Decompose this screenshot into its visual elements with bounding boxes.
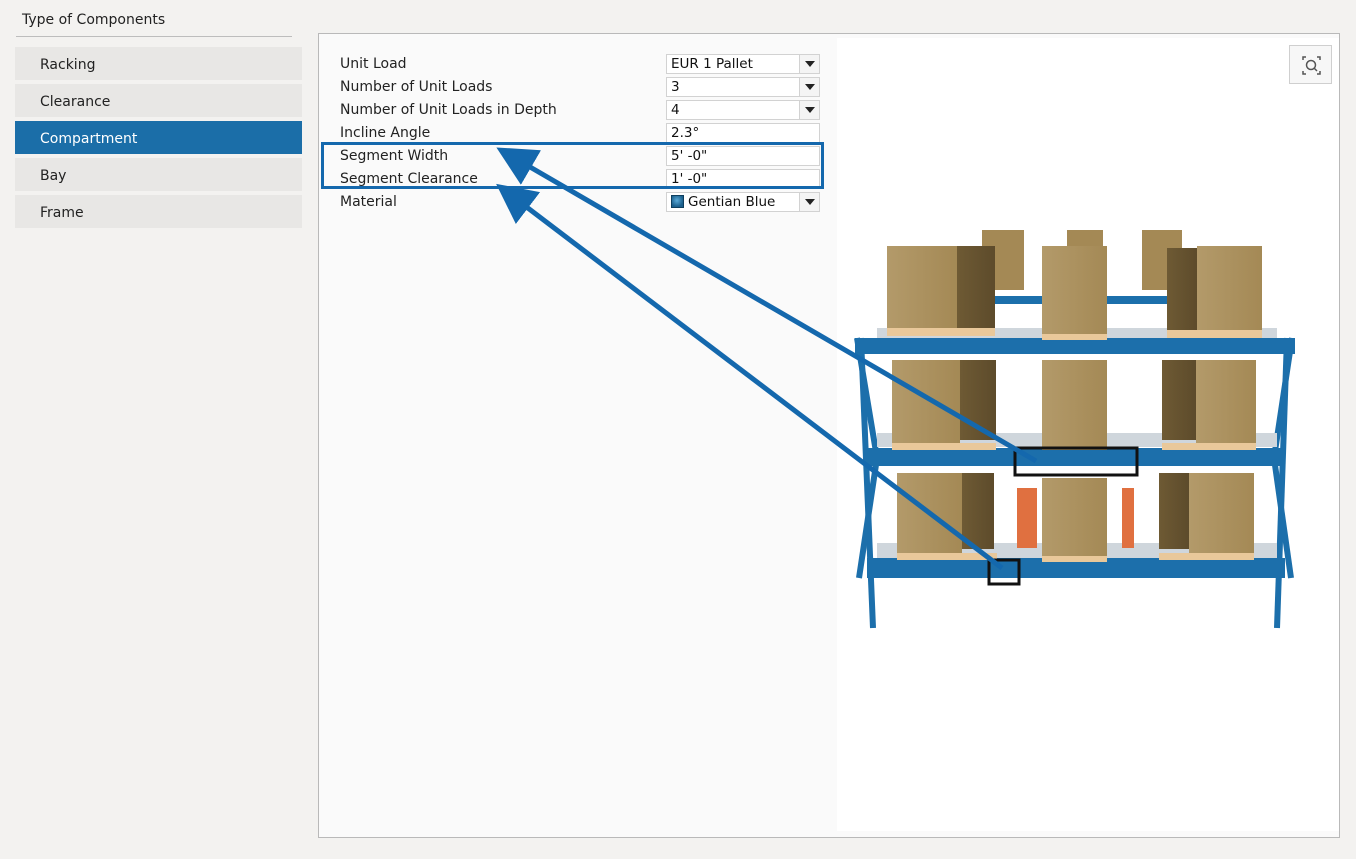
unit-load-row: Unit Load EUR 1 Pallet — [340, 54, 822, 74]
sidebar-item-clearance[interactable]: Clearance — [15, 84, 302, 117]
unit-load-value: EUR 1 Pallet — [671, 56, 753, 72]
num-unit-loads-depth-value: 4 — [671, 102, 680, 118]
sidebar-item-racking[interactable]: Racking — [15, 47, 302, 80]
zoom-fit-icon — [1302, 56, 1321, 75]
component-type-list: Racking Clearance Compartment Bay Frame — [15, 47, 302, 232]
material-row: Material Gentian Blue — [340, 192, 822, 212]
top-level-boxes — [887, 246, 1262, 340]
material-select[interactable]: Gentian Blue — [666, 192, 820, 212]
num-unit-loads-label: Number of Unit Loads — [340, 79, 493, 95]
sidebar-divider — [16, 36, 292, 37]
num-unit-loads-value: 3 — [671, 79, 680, 95]
material-value: Gentian Blue — [688, 194, 776, 210]
rack-3d-render[interactable] — [837, 38, 1339, 831]
material-label: Material — [340, 194, 397, 210]
middle-level-boxes — [892, 360, 1256, 450]
material-swatch-icon — [671, 195, 684, 208]
unit-load-label: Unit Load — [340, 56, 407, 72]
bottom-level-boxes — [897, 473, 1254, 562]
num-unit-loads-row: Number of Unit Loads 3 — [340, 77, 822, 97]
3d-viewport[interactable] — [837, 38, 1339, 831]
incline-angle-row: Incline Angle 2.3° — [340, 123, 822, 143]
incline-angle-field[interactable]: 2.3° — [666, 123, 820, 143]
chevron-down-icon[interactable] — [799, 55, 819, 73]
sidebar-item-compartment[interactable]: Compartment — [15, 121, 302, 154]
chevron-down-icon[interactable] — [799, 101, 819, 119]
segment-fields-highlight — [321, 142, 824, 189]
sidebar-title: Type of Components — [22, 12, 166, 28]
num-unit-loads-select[interactable]: 3 — [666, 77, 820, 97]
zoom-fit-button[interactable] — [1289, 45, 1332, 84]
sidebar-item-frame[interactable]: Frame — [15, 195, 302, 228]
chevron-down-icon[interactable] — [799, 78, 819, 96]
num-unit-loads-depth-label: Number of Unit Loads in Depth — [340, 102, 557, 118]
num-unit-loads-depth-select[interactable]: 4 — [666, 100, 820, 120]
chevron-down-icon[interactable] — [799, 193, 819, 211]
sidebar-item-bay[interactable]: Bay — [15, 158, 302, 191]
num-unit-loads-depth-row: Number of Unit Loads in Depth 4 — [340, 100, 822, 120]
unit-load-select[interactable]: EUR 1 Pallet — [666, 54, 820, 74]
incline-angle-label: Incline Angle — [340, 125, 431, 141]
